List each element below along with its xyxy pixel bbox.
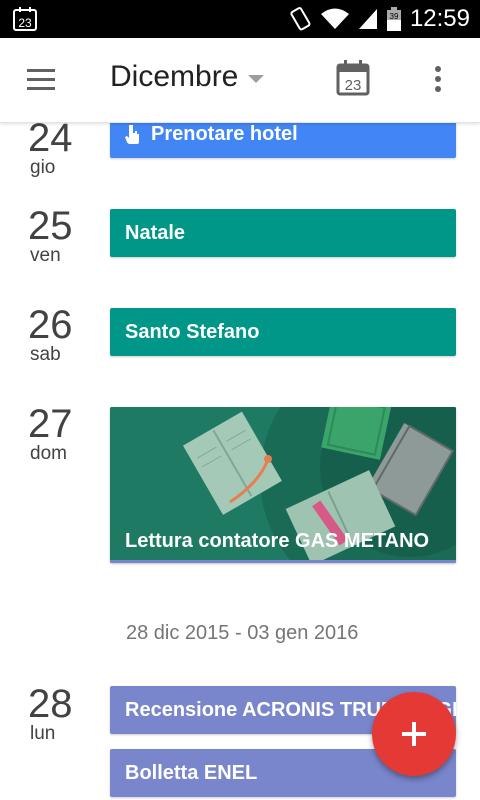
calendar-notification-icon: 23 (13, 7, 37, 31)
day-name: sab (30, 344, 61, 365)
event-title: Santo Stefano (125, 320, 260, 343)
event-title: Bolletta ENEL (125, 761, 258, 784)
day-number: 24 (28, 122, 73, 160)
month-title: Dicembre (110, 60, 239, 93)
menu-icon[interactable] (27, 69, 55, 91)
day-number: 26 (28, 303, 73, 347)
day-name: dom (30, 443, 67, 464)
status-time: 12:59 (409, 5, 470, 32)
svg-text:23: 23 (345, 77, 362, 94)
event-title: Natale (125, 221, 186, 244)
add-event-button[interactable] (372, 692, 456, 776)
day-name: ven (30, 245, 61, 266)
event-title: Prenotare hotel (151, 122, 298, 145)
status-bar: 23 39 12:59 (0, 0, 480, 38)
event-chip[interactable]: Prenotare hotel (110, 122, 456, 158)
day-name: lun (30, 723, 56, 744)
dropdown-arrow-icon (248, 75, 265, 83)
signal-icon (358, 9, 377, 29)
today-calendar-icon[interactable]: 23 (336, 60, 370, 96)
event-accent-bar (110, 560, 456, 563)
day-number: 27 (28, 402, 73, 446)
day-name: gio (30, 157, 56, 178)
event-chip[interactable]: Natale (110, 209, 456, 257)
event-card-illustrated[interactable]: Lettura contatore GAS METANO (110, 407, 456, 563)
event-title: Lettura contatore GAS METANO (125, 530, 430, 552)
month-selector[interactable]: Dicembre (110, 60, 265, 94)
svg-text:39: 39 (389, 12, 398, 21)
plus-icon (402, 722, 426, 746)
wifi-icon (320, 8, 349, 29)
battery-icon: 39 (386, 7, 401, 31)
vibrate-icon (290, 7, 311, 31)
svg-text:23: 23 (18, 16, 32, 30)
app-toolbar: Dicembre 23 (0, 38, 480, 123)
event-chip[interactable]: Santo Stefano (110, 308, 456, 356)
day-number: 25 (28, 204, 73, 248)
more-options-icon[interactable] (428, 66, 448, 96)
week-separator: 28 dic 2015 - 03 gen 2016 (126, 622, 359, 644)
hand-pointer-icon (125, 125, 139, 144)
day-number: 28 (28, 682, 73, 726)
